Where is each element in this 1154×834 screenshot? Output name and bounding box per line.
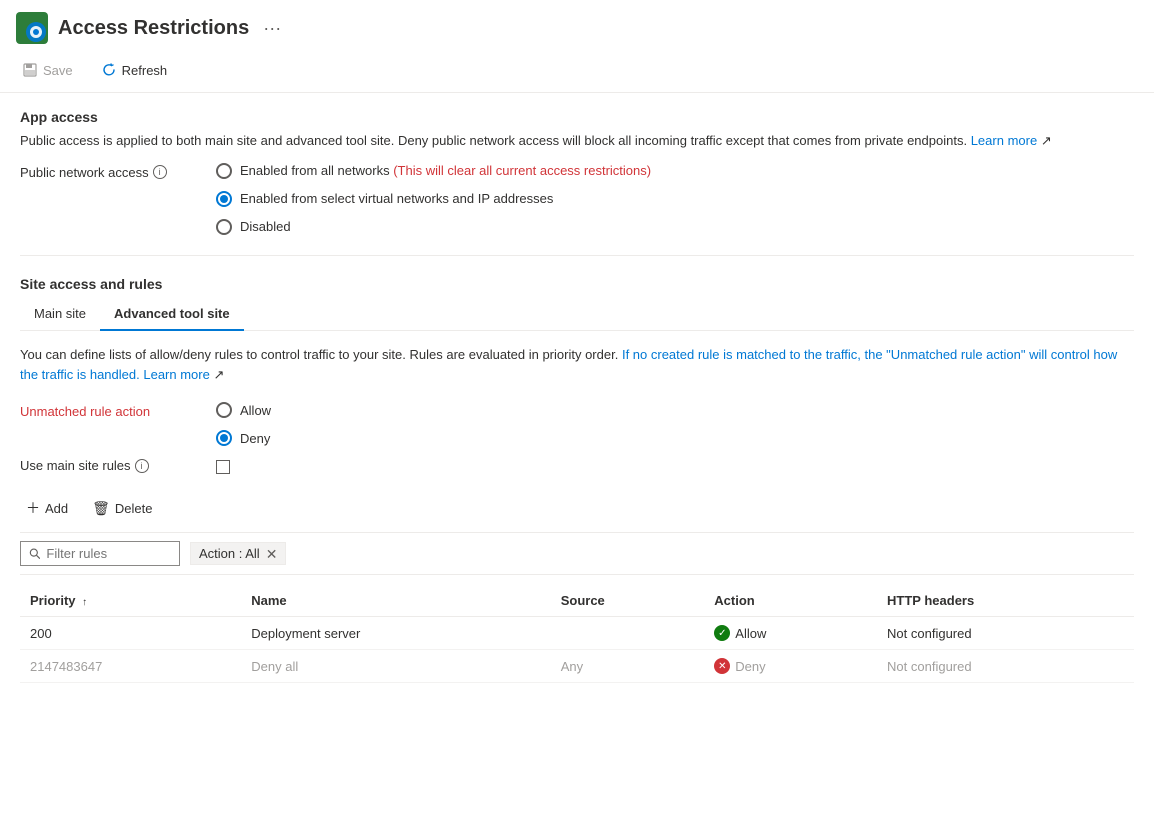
col-source: Source bbox=[551, 585, 705, 617]
tab-main-site[interactable]: Main site bbox=[20, 298, 100, 331]
col-http-headers: HTTP headers bbox=[877, 585, 1134, 617]
save-icon bbox=[22, 62, 38, 78]
cell-name: Deployment server bbox=[241, 617, 550, 650]
filter-input-wrapper bbox=[20, 541, 180, 566]
site-access-section: Site access and rules Main site Advanced… bbox=[20, 276, 1134, 684]
app-access-title: App access bbox=[20, 109, 1134, 125]
table-row[interactable]: 200 Deployment server ✓ Allow Not config… bbox=[20, 617, 1134, 650]
app-access-learn-more[interactable]: Learn more bbox=[971, 133, 1037, 148]
public-network-access-label: Public network access i bbox=[20, 163, 200, 180]
main-content: App access Public access is applied to b… bbox=[0, 93, 1154, 699]
toolbar: Save Refresh bbox=[0, 52, 1154, 93]
add-button[interactable]: ＋ Add bbox=[20, 494, 74, 522]
col-action: Action bbox=[704, 585, 877, 617]
radio-enabled-all-circle bbox=[216, 163, 232, 179]
col-name: Name bbox=[241, 585, 550, 617]
action-filter-close[interactable]: ✕ bbox=[266, 547, 278, 561]
cell-name: Deny all bbox=[241, 650, 550, 683]
action-deny: ✕ Deny bbox=[714, 658, 867, 674]
unmatched-rule-label: Unmatched rule action bbox=[20, 402, 200, 419]
table-body: 200 Deployment server ✓ Allow Not config… bbox=[20, 617, 1134, 683]
site-access-title: Site access and rules bbox=[20, 276, 1134, 292]
radio-disabled[interactable]: Disabled bbox=[216, 219, 651, 235]
use-main-site-row: Use main site rules i bbox=[20, 456, 1134, 474]
table-header: Priority ↑ Name Source Action HTTP heade… bbox=[20, 585, 1134, 617]
rules-table: Priority ↑ Name Source Action HTTP heade… bbox=[20, 585, 1134, 683]
site-tabs: Main site Advanced tool site bbox=[20, 298, 1134, 331]
sort-priority-icon: ↑ bbox=[82, 597, 87, 608]
cell-priority: 2147483647 bbox=[20, 650, 241, 683]
public-network-info-icon[interactable]: i bbox=[153, 165, 167, 179]
unmatched-rule-row: Unmatched rule action Allow Deny bbox=[20, 402, 1134, 446]
tab-advanced-tool-site[interactable]: Advanced tool site bbox=[100, 298, 244, 331]
radio-enabled-select[interactable]: Enabled from select virtual networks and… bbox=[216, 191, 651, 207]
page-header: Access Restrictions ··· bbox=[0, 0, 1154, 52]
refresh-button[interactable]: Refresh bbox=[95, 58, 174, 82]
radio-enabled-select-dot bbox=[220, 195, 228, 203]
radio-allow-circle bbox=[216, 402, 232, 418]
public-network-access-row: Public network access i Enabled from all… bbox=[20, 163, 1134, 235]
app-access-description: Public access is applied to both main si… bbox=[20, 131, 1134, 151]
public-network-radio-group: Enabled from all networks (This will cle… bbox=[216, 163, 651, 235]
app-icon bbox=[16, 12, 48, 44]
app-access-section: App access Public access is applied to b… bbox=[20, 109, 1134, 235]
radio-enabled-select-circle bbox=[216, 191, 232, 207]
action-bar: ＋ Add 🗑 Delete bbox=[20, 484, 1134, 532]
action-allow: ✓ Allow bbox=[714, 625, 867, 641]
add-icon: ＋ bbox=[26, 498, 40, 518]
more-options-button[interactable]: ··· bbox=[263, 18, 281, 39]
cell-action: ✕ Deny bbox=[704, 650, 877, 683]
section-divider bbox=[20, 255, 1134, 256]
action-filter-tag: Action : All ✕ bbox=[190, 542, 286, 565]
cell-source: Any bbox=[551, 650, 705, 683]
delete-button[interactable]: 🗑 Delete bbox=[86, 496, 158, 521]
site-access-learn-more[interactable]: Learn more bbox=[143, 367, 209, 382]
use-main-site-info-icon[interactable]: i bbox=[135, 459, 149, 473]
use-main-site-checkbox[interactable] bbox=[216, 460, 230, 474]
cell-action: ✓ Allow bbox=[704, 617, 877, 650]
cell-http-headers: Not configured bbox=[877, 650, 1134, 683]
delete-icon: 🗑 bbox=[92, 500, 110, 517]
allow-check-icon: ✓ bbox=[714, 625, 730, 641]
site-access-info: You can define lists of allow/deny rules… bbox=[20, 345, 1134, 387]
filter-rules-input[interactable] bbox=[46, 546, 171, 561]
radio-disabled-circle bbox=[216, 219, 232, 235]
refresh-icon bbox=[101, 62, 117, 78]
radio-deny[interactable]: Deny bbox=[216, 430, 271, 446]
filter-bar: Action : All ✕ bbox=[20, 532, 1134, 575]
page-title: Access Restrictions bbox=[58, 17, 249, 40]
use-main-site-label: Use main site rules i bbox=[20, 456, 200, 473]
cell-source bbox=[551, 617, 705, 650]
col-priority: Priority ↑ bbox=[20, 585, 241, 617]
cell-http-headers: Not configured bbox=[877, 617, 1134, 650]
cell-priority: 200 bbox=[20, 617, 241, 650]
deny-x-icon: ✕ bbox=[714, 658, 730, 674]
table-row[interactable]: 2147483647 Deny all Any ✕ Deny Not confi… bbox=[20, 650, 1134, 683]
save-button[interactable]: Save bbox=[16, 58, 79, 82]
radio-enabled-all[interactable]: Enabled from all networks (This will cle… bbox=[216, 163, 651, 179]
radio-deny-circle bbox=[216, 430, 232, 446]
search-icon bbox=[29, 547, 40, 560]
radio-allow[interactable]: Allow bbox=[216, 402, 271, 418]
unmatched-rule-radio-group: Allow Deny bbox=[216, 402, 271, 446]
use-main-site-checkbox-row bbox=[216, 460, 230, 474]
radio-deny-dot bbox=[220, 434, 228, 442]
